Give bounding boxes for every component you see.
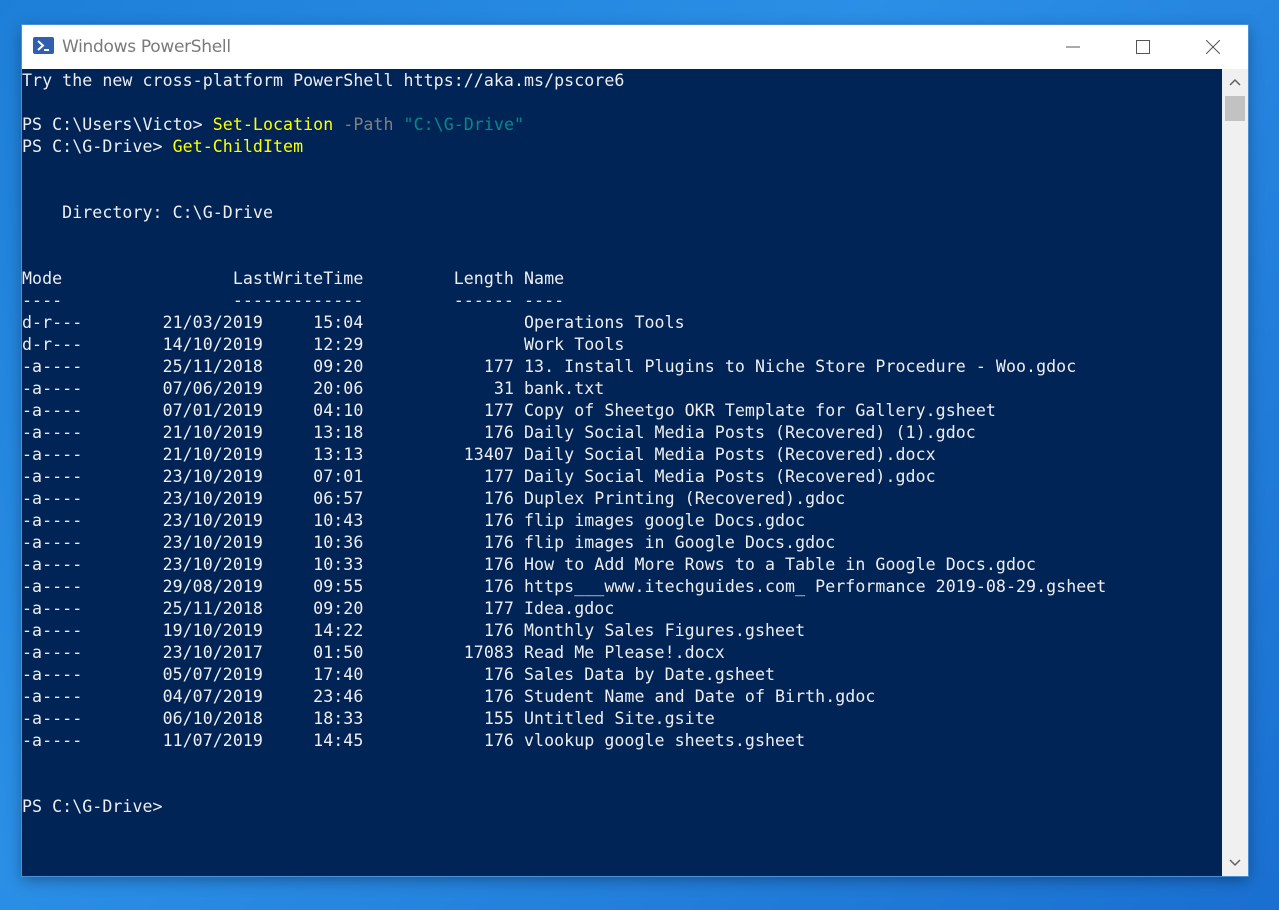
command-parameter: -Path [333, 115, 404, 134]
table-row: -a---- 23/10/2019 07:01 177 Daily Social… [22, 467, 936, 486]
table-row: -a---- 21/10/2019 13:13 13407 Daily Soci… [22, 445, 936, 464]
table-row: -a---- 23/10/2019 10:33 176 How to Add M… [22, 555, 1037, 574]
command-line-1: PS C:\Users\Victo> Set-Location -Path "C… [22, 114, 524, 136]
minimize-button[interactable] [1038, 25, 1108, 69]
scroll-down-arrow-icon [1229, 859, 1241, 867]
powershell-window: Windows PowerShell Try the new cross-pla… [22, 25, 1248, 876]
table-row: -a---- 23/10/2019 10:36 176 flip images … [22, 533, 836, 552]
table-row: -a---- 25/11/2018 09:20 177 13. Install … [22, 357, 1077, 376]
table-row: -a---- 11/07/2019 14:45 176 vlookup goog… [22, 731, 806, 750]
close-icon [1206, 40, 1220, 54]
command-line-2: PS C:\G-Drive> Get-ChildItem [22, 136, 303, 158]
table-row: -a---- 21/10/2019 13:18 176 Daily Social… [22, 423, 976, 442]
table-row: -a---- 05/07/2019 17:40 176 Sales Data b… [22, 665, 776, 684]
table-row: -a---- 29/08/2019 09:55 176 https___www.… [22, 577, 1107, 596]
command-name: Get-ChildItem [172, 137, 304, 156]
minimize-icon [1066, 46, 1080, 48]
window-title: Windows PowerShell [62, 37, 231, 57]
table-row: -a---- 23/10/2017 01:50 17083 Read Me Pl… [22, 643, 725, 662]
table-row: -a---- 19/10/2019 14:22 176 Monthly Sale… [22, 621, 806, 640]
table-row: -a---- 07/06/2019 20:06 31 bank.txt [22, 379, 605, 398]
table-row: -a---- 23/10/2019 06:57 176 Duplex Print… [22, 489, 846, 508]
console-output[interactable]: Try the new cross-platform PowerShell ht… [22, 69, 1222, 876]
table-row: d-r--- 14/10/2019 12:29 Work Tools [22, 335, 625, 354]
title-bar[interactable]: Windows PowerShell [22, 25, 1248, 69]
scrollbar-thumb[interactable] [1225, 96, 1245, 121]
table-row: -a---- 04/07/2019 23:46 176 Student Name… [22, 687, 876, 706]
maximize-icon [1136, 40, 1150, 54]
table-header-underline: ---- ------------- ------ ---- [22, 291, 565, 310]
prompt: PS C:\Users\Victo> [22, 115, 213, 134]
prompt: PS C:\G-Drive> [22, 137, 173, 156]
directory-line: Directory: C:\G-Drive [22, 203, 274, 222]
scroll-up-arrow-icon [1229, 78, 1241, 86]
table-row: d-r--- 21/03/2019 15:04 Operations Tools [22, 313, 685, 332]
command-name: Set-Location [212, 115, 334, 134]
final-prompt: PS C:\G-Drive> [22, 797, 163, 816]
powershell-icon[interactable] [33, 37, 54, 54]
close-button[interactable] [1178, 25, 1248, 69]
table-row: -a---- 25/11/2018 09:20 177 Idea.gdoc [22, 599, 615, 618]
command-argument: "C:\G-Drive" [403, 115, 525, 134]
table-row: -a---- 07/01/2019 04:10 177 Copy of Shee… [22, 401, 996, 420]
table-row: -a---- 23/10/2019 10:43 176 flip images … [22, 511, 806, 530]
table-row: -a---- 06/10/2018 18:33 155 Untitled Sit… [22, 709, 715, 728]
table-header: Mode LastWriteTime Length Name [22, 269, 565, 288]
banner-line: Try the new cross-platform PowerShell ht… [22, 71, 625, 90]
scroll-down-button[interactable] [1222, 850, 1248, 876]
maximize-button[interactable] [1108, 25, 1178, 69]
vertical-scrollbar[interactable] [1222, 69, 1248, 876]
scroll-up-button[interactable] [1222, 69, 1248, 95]
